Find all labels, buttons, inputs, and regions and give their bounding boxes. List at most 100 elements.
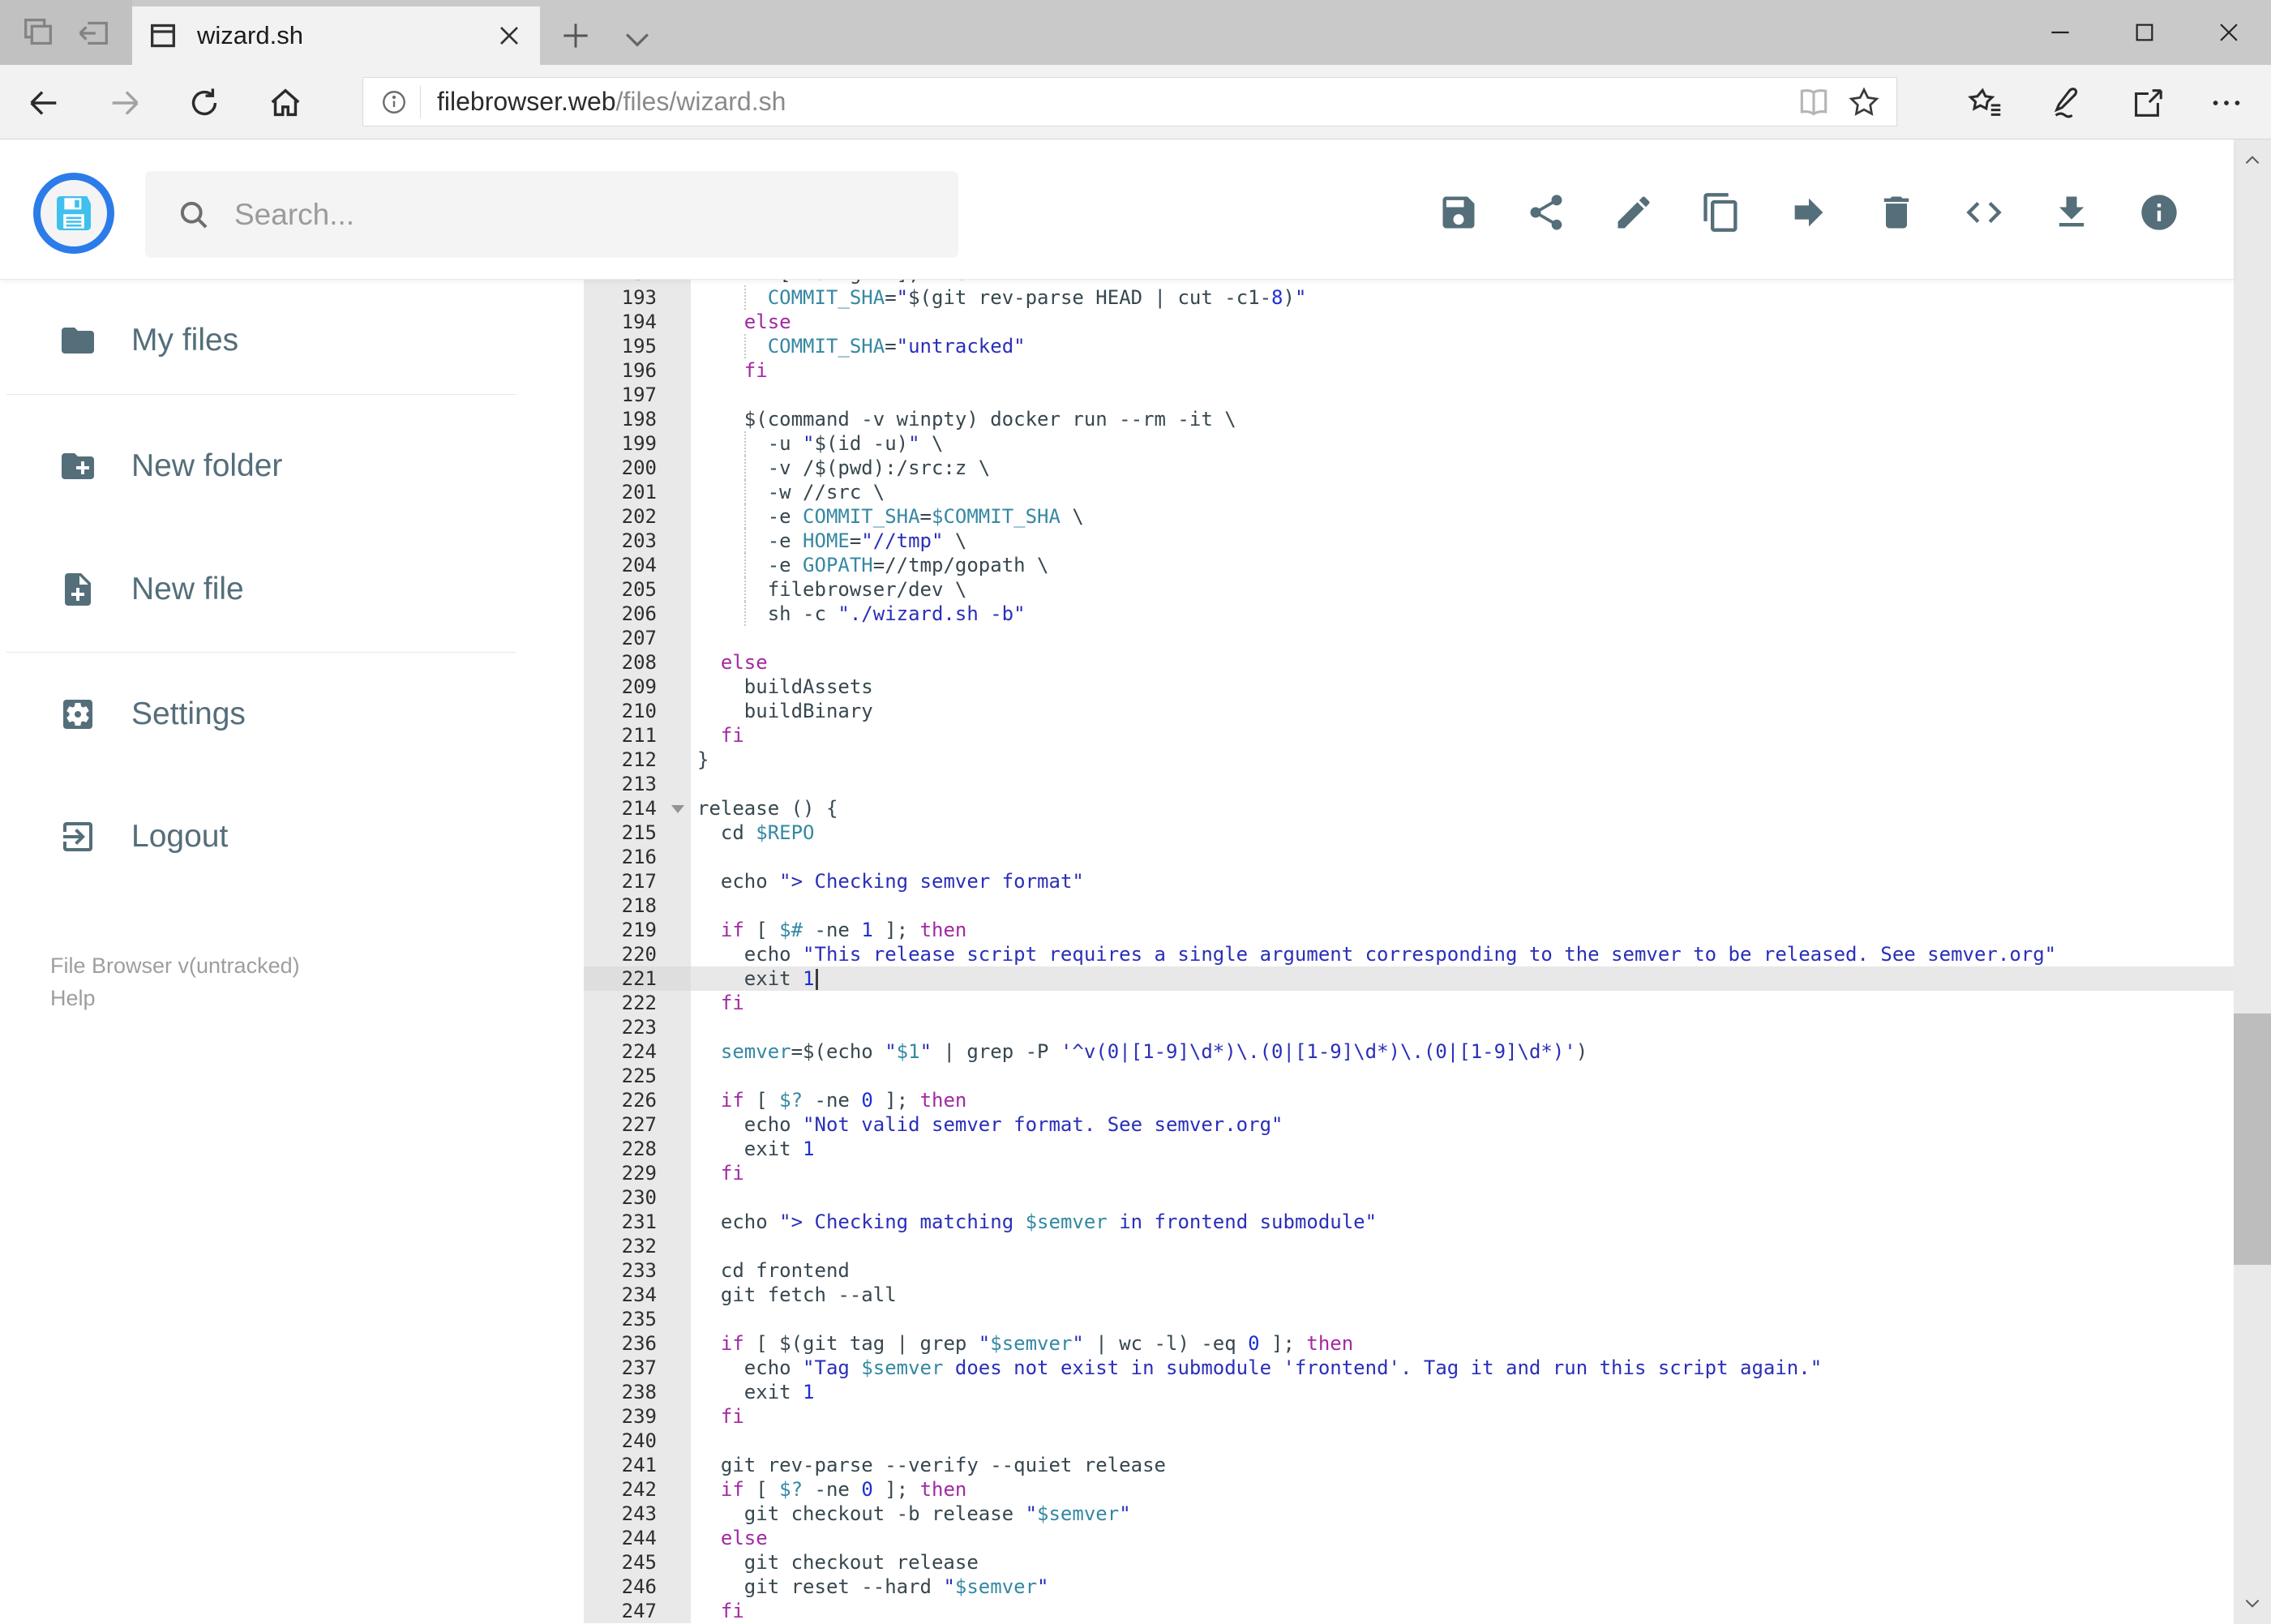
code-text[interactable]: echo "> Checking semver format"	[691, 869, 2234, 893]
code-line-245[interactable]: 245 git checkout release	[523, 1550, 2234, 1575]
sidebar-item-settings[interactable]: Settings	[0, 678, 523, 751]
code-text[interactable]	[691, 1015, 2234, 1039]
code-line-242[interactable]: 242 if [ $? -ne 0 ]; then	[523, 1477, 2234, 1502]
code-text[interactable]: -e COMMIT_SHA=$COMMIT_SHA \	[691, 504, 2234, 529]
code-text[interactable]	[691, 1429, 2234, 1453]
code-line-214[interactable]: 214 release () {	[523, 796, 2234, 821]
code-text[interactable]: fi	[691, 991, 2234, 1015]
favorite-star-icon[interactable]	[1846, 84, 1882, 120]
code-text[interactable]: echo "This release script requires a sin…	[691, 942, 2234, 966]
scrollbar-thumb[interactable]	[2234, 1013, 2271, 1265]
scroll-up-icon[interactable]	[2234, 139, 2271, 182]
code-line-215[interactable]: 215 cd $REPO	[523, 821, 2234, 845]
code-text[interactable]: }	[691, 748, 2234, 772]
search-bar[interactable]	[145, 171, 958, 258]
tab-preview-icon[interactable]	[19, 14, 57, 51]
code-line-202[interactable]: 202 -e COMMIT_SHA=$COMMIT_SHA \	[523, 504, 2234, 529]
code-text[interactable]: exit 1	[691, 966, 2234, 991]
code-text[interactable]: git checkout -b release "$semver"	[691, 1502, 2234, 1526]
code-line-194[interactable]: 194 else	[523, 310, 2234, 334]
code-text[interactable]: cd frontend	[691, 1258, 2234, 1283]
share-button[interactable]	[1525, 191, 1567, 234]
code-line-196[interactable]: 196 fi	[523, 358, 2234, 383]
code-line-211[interactable]: 211 fi	[523, 723, 2234, 748]
sidebar-item-new-file[interactable]: New file	[0, 553, 523, 626]
code-text[interactable]	[691, 1307, 2234, 1331]
code-text[interactable]	[691, 1185, 2234, 1210]
code-line-225[interactable]: 225	[523, 1064, 2234, 1088]
code-line-228[interactable]: 228 exit 1	[523, 1137, 2234, 1161]
code-text[interactable]: echo "> Checking matching $semver in fro…	[691, 1210, 2234, 1234]
code-line-218[interactable]: 218	[523, 893, 2234, 918]
code-line-227[interactable]: 227 echo "Not valid semver format. See s…	[523, 1112, 2234, 1137]
code-text[interactable]	[691, 772, 2234, 796]
code-line-200[interactable]: 200 -v /$(pwd):/src:z \	[523, 456, 2234, 480]
code-editor[interactable]: 192 if [ -d .git ]; then193 COMMIT_SHA="…	[523, 280, 2234, 1624]
code-text[interactable]: COMMIT_SHA="$(git rev-parse HEAD | cut -…	[691, 285, 2234, 310]
search-input[interactable]	[233, 196, 958, 233]
code-line-229[interactable]: 229 fi	[523, 1161, 2234, 1185]
code-text[interactable]: else	[691, 650, 2234, 675]
help-link[interactable]: Help	[50, 982, 300, 1014]
code-text[interactable]: else	[691, 1526, 2234, 1550]
delete-button[interactable]	[1875, 191, 1917, 234]
code-text[interactable]: if [ $? -ne 0 ]; then	[691, 1088, 2234, 1112]
sidebar-item-my-files[interactable]: My files	[0, 304, 523, 377]
code-line-239[interactable]: 239 fi	[523, 1404, 2234, 1429]
tabs-aside-icon[interactable]	[75, 14, 113, 51]
code-line-233[interactable]: 233 cd frontend	[523, 1258, 2234, 1283]
code-text[interactable]: git rev-parse --verify --quiet release	[691, 1453, 2234, 1477]
sidebar-item-logout[interactable]: Logout	[0, 800, 523, 873]
scroll-down-icon[interactable]	[2234, 1582, 2271, 1624]
code-text[interactable]: if [ $# -ne 1 ]; then	[691, 918, 2234, 942]
code-button[interactable]	[1963, 191, 2005, 234]
reading-view-icon[interactable]	[1796, 84, 1832, 120]
home-icon[interactable]	[267, 84, 304, 122]
code-line-216[interactable]: 216	[523, 845, 2234, 869]
code-line-230[interactable]: 230	[523, 1185, 2234, 1210]
code-line-205[interactable]: 205 filebrowser/dev \	[523, 577, 2234, 602]
code-text[interactable]	[691, 383, 2234, 407]
code-text[interactable]: -v /$(pwd):/src:z \	[691, 456, 2234, 480]
code-line-223[interactable]: 223	[523, 1015, 2234, 1039]
code-line-235[interactable]: 235	[523, 1307, 2234, 1331]
code-text[interactable]: -e HOME="//tmp" \	[691, 529, 2234, 553]
code-line-237[interactable]: 237 echo "Tag $semver does not exist in …	[523, 1356, 2234, 1380]
code-text[interactable]: fi	[691, 1161, 2234, 1185]
new-tab-icon[interactable]	[558, 18, 593, 50]
code-line-208[interactable]: 208 else	[523, 650, 2234, 675]
code-text[interactable]	[691, 845, 2234, 869]
code-text[interactable]	[691, 1234, 2234, 1258]
url-text[interactable]: filebrowser.web/files/wizard.sh	[437, 87, 1796, 117]
code-line-201[interactable]: 201 -w //src \	[523, 480, 2234, 504]
copy-button[interactable]	[1700, 191, 1742, 234]
code-text[interactable]: filebrowser/dev \	[691, 577, 2234, 602]
code-text[interactable]: fi	[691, 723, 2234, 748]
code-text[interactable]: release () {	[691, 796, 2234, 821]
code-line-224[interactable]: 224 semver=$(echo "$1" | grep -P '^v(0|[…	[523, 1039, 2234, 1064]
code-line-207[interactable]: 207	[523, 626, 2234, 650]
code-text[interactable]: if [ $(git tag | grep "$semver" | wc -l)…	[691, 1331, 2234, 1356]
code-line-222[interactable]: 222 fi	[523, 991, 2234, 1015]
tab-dropdown-icon[interactable]	[619, 21, 655, 49]
code-text[interactable]: git reset --hard "$semver"	[691, 1575, 2234, 1599]
hub-favorites-icon[interactable]	[1968, 84, 2005, 122]
browser-tab[interactable]: wizard.sh	[132, 6, 540, 65]
code-line-199[interactable]: 199 -u "$(id -u)" \	[523, 431, 2234, 456]
download-button[interactable]	[2050, 191, 2093, 234]
code-text[interactable]: echo "Tag $semver does not exist in subm…	[691, 1356, 2234, 1380]
code-line-236[interactable]: 236 if [ $(git tag | grep "$semver" | wc…	[523, 1331, 2234, 1356]
code-text[interactable]	[691, 893, 2234, 918]
code-text[interactable]: -w //src \	[691, 480, 2234, 504]
code-line-217[interactable]: 217 echo "> Checking semver format"	[523, 869, 2234, 893]
forward-button[interactable]	[1788, 191, 1830, 234]
code-line-226[interactable]: 226 if [ $? -ne 0 ]; then	[523, 1088, 2234, 1112]
code-line-246[interactable]: 246 git reset --hard "$semver"	[523, 1575, 2234, 1599]
minimize-button[interactable]	[2018, 0, 2102, 65]
code-line-198[interactable]: 198 $(command -v winpty) docker run --rm…	[523, 407, 2234, 431]
fold-arrow-icon[interactable]	[671, 805, 684, 813]
back-icon[interactable]	[25, 84, 62, 122]
code-text[interactable]: git fetch --all	[691, 1283, 2234, 1307]
code-line-232[interactable]: 232	[523, 1234, 2234, 1258]
code-line-209[interactable]: 209 buildAssets	[523, 675, 2234, 699]
